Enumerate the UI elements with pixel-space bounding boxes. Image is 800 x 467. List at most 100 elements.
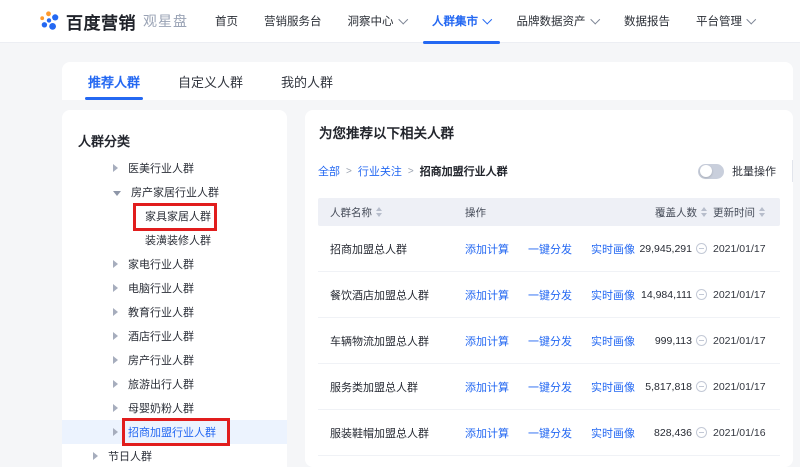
breadcrumb-row: 全部 > 行业关注 > 招商加盟行业人群 批量操作 (318, 161, 780, 181)
nav-item-audience-market[interactable]: 人群集市 (419, 0, 504, 43)
batch-operation-control: 批量操作 (698, 160, 780, 182)
tab-bar: 推荐人群 自定义人群 我的人群 (62, 62, 793, 100)
batch-toggle[interactable] (698, 164, 724, 179)
sidebar-item-realestate-home[interactable]: 房产家居行业人群 (62, 180, 287, 204)
tab-label: 我的人群 (281, 72, 333, 91)
sidebar-item-label: 电脑行业人群 (128, 280, 194, 296)
page-title: 为您推荐以下相关人群 (319, 127, 780, 141)
nav-item-data-report[interactable]: 数据报告 (611, 0, 683, 43)
nav-item-service-desk[interactable]: 营销服务台 (251, 0, 335, 43)
audience-name: 服务类加盟总人群 (318, 379, 465, 395)
table-row: 服务类加盟总人群 添加计算 一键分发 实时画像 5,817,818 2021/0… (318, 364, 780, 410)
nav-item-platform-admin[interactable]: 平台管理 (683, 0, 768, 43)
caret-right-icon (113, 428, 118, 436)
audience-name: 餐饮酒店加盟总人群 (318, 287, 465, 303)
category-tree: 医美行业人群 房产家居行业人群 家具家居人群 装潢装修人群 家电行业人群 电脑行… (62, 156, 287, 467)
sidebar-item-label: 节日人群 (108, 448, 152, 464)
sidebar-item-label: 房产行业人群 (128, 352, 194, 368)
sidebar-item-medical-beauty[interactable]: 医美行业人群 (62, 156, 287, 180)
chevron-down-icon (483, 15, 492, 24)
sidebar-item-travel[interactable]: 旅游出行人群 (62, 372, 287, 396)
column-header-coverage[interactable]: 覆盖人数 (635, 205, 713, 220)
tab-my-audience[interactable]: 我的人群 (281, 62, 333, 100)
sidebar-item-label: 旅游出行人群 (128, 376, 194, 392)
caret-right-icon (113, 404, 118, 412)
column-label: 更新时间 (713, 205, 755, 220)
sidebar-item-label: 家电行业人群 (128, 256, 194, 272)
sort-icon[interactable] (759, 207, 765, 217)
add-calc-link[interactable]: 添加计算 (465, 379, 509, 395)
column-header-updated[interactable]: 更新时间 (713, 205, 780, 220)
minus-circle-icon[interactable] (696, 335, 707, 346)
audience-name: 招商加盟总人群 (318, 241, 465, 257)
chevron-down-icon (590, 15, 599, 24)
caret-right-icon (93, 452, 98, 460)
table-row: 服装鞋帽加盟总人群 添加计算 一键分发 实时画像 828,436 2021/01… (318, 410, 780, 456)
caret-right-icon (113, 380, 118, 388)
updated-date: 2021/01/17 (713, 243, 780, 255)
brand-logo[interactable]: 百度营销 观星盘 (38, 9, 188, 34)
tab-recommended-audience[interactable]: 推荐人群 (88, 62, 140, 100)
nav-item-label: 营销服务台 (264, 13, 322, 29)
sidebar-item-appliance[interactable]: 家电行业人群 (62, 252, 287, 276)
add-calc-link[interactable]: 添加计算 (465, 333, 509, 349)
realtime-portrait-link[interactable]: 实时画像 (591, 333, 635, 349)
sidebar-item-label: 招商加盟行业人群 (128, 424, 216, 440)
realtime-portrait-link[interactable]: 实时画像 (591, 241, 635, 257)
column-header-actions: 操作 (465, 205, 635, 220)
sidebar-item-festival[interactable]: 节日人群 (62, 444, 287, 467)
sort-icon[interactable] (701, 207, 707, 217)
sidebar-item-mother-baby[interactable]: 母婴奶粉人群 (62, 396, 287, 420)
sort-icon[interactable] (376, 207, 382, 217)
nav-item-insight-center[interactable]: 洞察中心 (335, 0, 420, 43)
nav-item-brand-data-asset[interactable]: 品牌数据资产 (504, 0, 612, 43)
chevron-down-icon (747, 15, 756, 24)
one-click-distribute-link[interactable]: 一键分发 (528, 287, 572, 303)
caret-right-icon (113, 308, 118, 316)
coverage-count: 29,945,291 (639, 243, 692, 255)
updated-date: 2021/01/17 (713, 381, 780, 393)
one-click-distribute-link[interactable]: 一键分发 (528, 241, 572, 257)
minus-circle-icon[interactable] (696, 243, 707, 254)
sidebar-item-furniture[interactable]: 家具家居人群 (62, 204, 287, 228)
caret-right-icon (113, 284, 118, 292)
tab-custom-audience[interactable]: 自定义人群 (178, 62, 243, 100)
breadcrumb-separator: > (346, 166, 352, 177)
breadcrumb-all[interactable]: 全部 (318, 163, 340, 179)
minus-circle-icon[interactable] (696, 427, 707, 438)
updated-date: 2021/01/16 (713, 427, 780, 439)
brand-name: 百度营销 (66, 9, 136, 34)
add-calc-link[interactable]: 添加计算 (465, 425, 509, 441)
sidebar-item-label: 酒店行业人群 (128, 328, 194, 344)
column-label: 人群名称 (330, 205, 372, 220)
add-calc-link[interactable]: 添加计算 (465, 241, 509, 257)
brand-subtitle: 观星盘 (143, 11, 188, 31)
minus-circle-icon[interactable] (696, 381, 707, 392)
tab-label: 推荐人群 (88, 72, 140, 91)
realtime-portrait-link[interactable]: 实时画像 (591, 425, 635, 441)
realtime-portrait-link[interactable]: 实时画像 (591, 287, 635, 303)
minus-circle-icon[interactable] (696, 289, 707, 300)
audience-name: 服装鞋帽加盟总人群 (318, 425, 465, 441)
one-click-distribute-link[interactable]: 一键分发 (528, 425, 572, 441)
nav-item-home[interactable]: 首页 (202, 0, 251, 43)
table-row: 车辆物流加盟总人群 添加计算 一键分发 实时画像 999,113 2021/01… (318, 318, 780, 364)
sidebar-item-education[interactable]: 教育行业人群 (62, 300, 287, 324)
updated-date: 2021/01/17 (713, 289, 780, 301)
column-header-name[interactable]: 人群名称 (318, 205, 465, 220)
sidebar-item-hotel[interactable]: 酒店行业人群 (62, 324, 287, 348)
nav-item-label: 人群集市 (432, 13, 478, 29)
sidebar-item-franchise[interactable]: 招商加盟行业人群 (62, 420, 287, 444)
add-calc-link[interactable]: 添加计算 (465, 287, 509, 303)
top-navbar: 百度营销 观星盘 首页 营销服务台 洞察中心 人群集市 品牌数据资产 数据报告 … (0, 0, 800, 43)
sidebar-item-realestate[interactable]: 房产行业人群 (62, 348, 287, 372)
one-click-distribute-link[interactable]: 一键分发 (528, 379, 572, 395)
divider (792, 160, 793, 182)
sidebar-item-label: 母婴奶粉人群 (128, 400, 194, 416)
realtime-portrait-link[interactable]: 实时画像 (591, 379, 635, 395)
one-click-distribute-link[interactable]: 一键分发 (528, 333, 572, 349)
sidebar-item-computer[interactable]: 电脑行业人群 (62, 276, 287, 300)
sidebar-item-decoration[interactable]: 装潢装修人群 (62, 228, 287, 252)
table-row: 餐饮酒店加盟总人群 添加计算 一键分发 实时画像 14,984,111 2021… (318, 272, 780, 318)
breadcrumb-industry-focus[interactable]: 行业关注 (358, 163, 402, 179)
